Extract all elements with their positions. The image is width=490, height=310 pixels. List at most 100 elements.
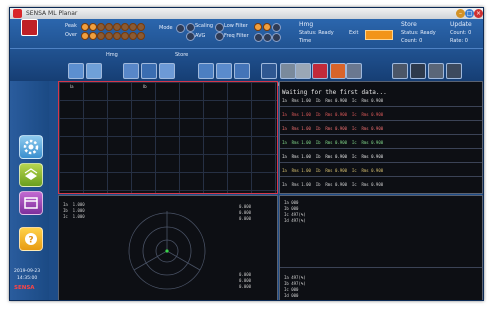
phasor-left-value: Ia 1.000: [63, 202, 85, 207]
phasor-left-value: Ic 1.000: [63, 214, 85, 219]
waveform-legend-ch1: Ia: [70, 84, 74, 89]
values-pane[interactable]: Ia 000 Ib 000 Ic 497(%) Id 497(%) Ia 497…: [279, 195, 483, 300]
data-divider: [280, 134, 482, 135]
data-row: Ia Rms 1.00 Ib Rms 0.900 Ic Rms 0.900: [282, 182, 384, 187]
gear-icon[interactable]: [19, 135, 43, 159]
hmg-reset-icon[interactable]: [141, 63, 157, 79]
over-indicator-1[interactable]: [81, 32, 89, 40]
over-label: Over: [65, 32, 78, 38]
low-filter-toggle[interactable]: [215, 23, 224, 32]
mode-toggle[interactable]: [176, 24, 185, 33]
flicker-icon[interactable]: [410, 63, 426, 79]
phase-icon[interactable]: [280, 63, 296, 79]
group-hmg-label: Hmg: [106, 52, 118, 58]
mode-label: Mode: [159, 25, 173, 31]
analog-icon[interactable]: [428, 63, 444, 79]
peak-indicator-8[interactable]: [137, 23, 145, 31]
over-indicator-6[interactable]: [121, 32, 129, 40]
datetime-line1: 2019-09-23: [14, 269, 41, 274]
peak-indicator-5[interactable]: [113, 23, 121, 31]
pause-icon[interactable]: [68, 63, 84, 79]
scaling-toggle[interactable]: [186, 23, 195, 32]
store-reset-icon[interactable]: [216, 63, 232, 79]
maximize-button[interactable]: □: [465, 9, 474, 18]
data-row: Ia Rms 1.00 Ib Rms 0.900 Ic Rms 0.900: [282, 98, 384, 103]
phasor-pane[interactable]: Ia 1.000 Ib 1.000 Ic 1.000 0.000 0.000 0…: [58, 195, 278, 300]
filter-indicator-3[interactable]: [272, 23, 281, 32]
phasor-right-value: 0.000: [239, 216, 252, 221]
close-button[interactable]: ×: [474, 9, 483, 18]
peak-indicator-6[interactable]: [121, 23, 129, 31]
phasor-right-value: 0.000: [239, 272, 252, 277]
avg-toggle[interactable]: [186, 32, 195, 41]
value-line: Ia 000: [284, 200, 299, 205]
over-indicator-8[interactable]: [137, 32, 145, 40]
store-status: Status: Ready: [401, 30, 436, 36]
fft2-icon[interactable]: [392, 63, 408, 79]
hmg-title: Hmg: [299, 21, 314, 28]
harmonic-icon[interactable]: [261, 63, 277, 79]
store-count: Count: 0: [401, 38, 423, 44]
store-setting-icon[interactable]: [234, 63, 250, 79]
data-row: Ia Rms 1.00 Ib Rms 0.900 Ic Rms 0.900: [282, 140, 384, 145]
window-title: SENSA ML Planar: [26, 10, 78, 17]
values-hline: [280, 267, 482, 268]
over-indicator-4[interactable]: [105, 32, 113, 40]
filter-indicator-6[interactable]: [272, 33, 281, 42]
data-log-pane[interactable]: Waiting for the first data... Ia Rms 1.0…: [279, 81, 483, 194]
freq-filter-toggle[interactable]: [215, 32, 224, 41]
minimize-button[interactable]: –: [456, 9, 465, 18]
window-icon[interactable]: [19, 191, 43, 215]
group-store-label: Store: [175, 52, 189, 58]
svg-text:?: ?: [28, 236, 33, 246]
store-title: Store: [401, 21, 417, 28]
value-line: Ib 000: [284, 206, 299, 211]
layers-icon[interactable]: [19, 163, 43, 187]
help-icon[interactable]: ?: [19, 227, 43, 251]
peak-indicator-4[interactable]: [105, 23, 113, 31]
datetime-line2: 14:35:00: [17, 276, 38, 281]
data-row: Ia Rms 1.00 Ib Rms 0.900 Ic Rms 0.900: [282, 126, 384, 131]
app-logo-icon: [13, 9, 22, 18]
app-window: SENSA ML Planar – □ × Peak Over Mode Sca…: [9, 7, 484, 301]
fft-icon[interactable]: [346, 63, 362, 79]
bar-icon[interactable]: [330, 63, 346, 79]
peak-indicator-1[interactable]: [81, 23, 89, 31]
filter-indicator-5[interactable]: [263, 33, 272, 42]
app-menu-icon[interactable]: [21, 19, 38, 36]
phasor-right-value: 0.000: [239, 284, 252, 289]
filter-indicator-4[interactable]: [254, 33, 263, 42]
over-indicator-3[interactable]: [97, 32, 105, 40]
peak-indicator-2[interactable]: [89, 23, 97, 31]
single-icon[interactable]: [86, 63, 102, 79]
over-indicator-7[interactable]: [129, 32, 137, 40]
over-indicator-2[interactable]: [89, 32, 97, 40]
filter-indicator-2[interactable]: [263, 23, 271, 31]
data-row: Ia Rms 1.00 Ib Rms 0.900 Ic Rms 0.900: [282, 154, 384, 159]
peak-indicator-7[interactable]: [129, 23, 137, 31]
hmg-time-label: Time: [299, 38, 312, 44]
hmg-setting-icon[interactable]: [159, 63, 175, 79]
value-line: Ic 497(%): [284, 212, 306, 217]
waveform-legend-ch2: Ib: [143, 84, 147, 89]
filter-indicator-1[interactable]: [254, 23, 262, 31]
peak-indicator-3[interactable]: [97, 23, 105, 31]
data-divider: [280, 106, 482, 107]
value-line: Ia 497(%): [284, 275, 306, 280]
data-row: Ia Rms 1.00 Ib Rms 0.900 Ic Rms 0.900: [282, 112, 384, 117]
extra-icon[interactable]: [446, 63, 462, 79]
update-count: Count: 0: [450, 30, 472, 36]
freq-filter-label: Freq Filter: [224, 33, 249, 39]
trend-icon[interactable]: [312, 63, 328, 79]
low-filter-label: Low Filter: [224, 23, 248, 29]
title-bar: SENSA ML Planar – □ ×: [10, 8, 483, 19]
phasor-right-value: 0.000: [239, 204, 252, 209]
vector-icon[interactable]: [295, 63, 311, 79]
hmg-exit-label[interactable]: Exit: [349, 30, 358, 36]
waveform-pane[interactable]: Ia Ib: [58, 81, 278, 194]
hmg-progress-bar: [365, 30, 393, 40]
over-indicator-5[interactable]: [113, 32, 121, 40]
hmg-start-icon[interactable]: [123, 63, 139, 79]
store-start-icon[interactable]: [198, 63, 214, 79]
left-sidebar: ? 2019-09-23 14:35:00 SENSA: [10, 19, 49, 300]
